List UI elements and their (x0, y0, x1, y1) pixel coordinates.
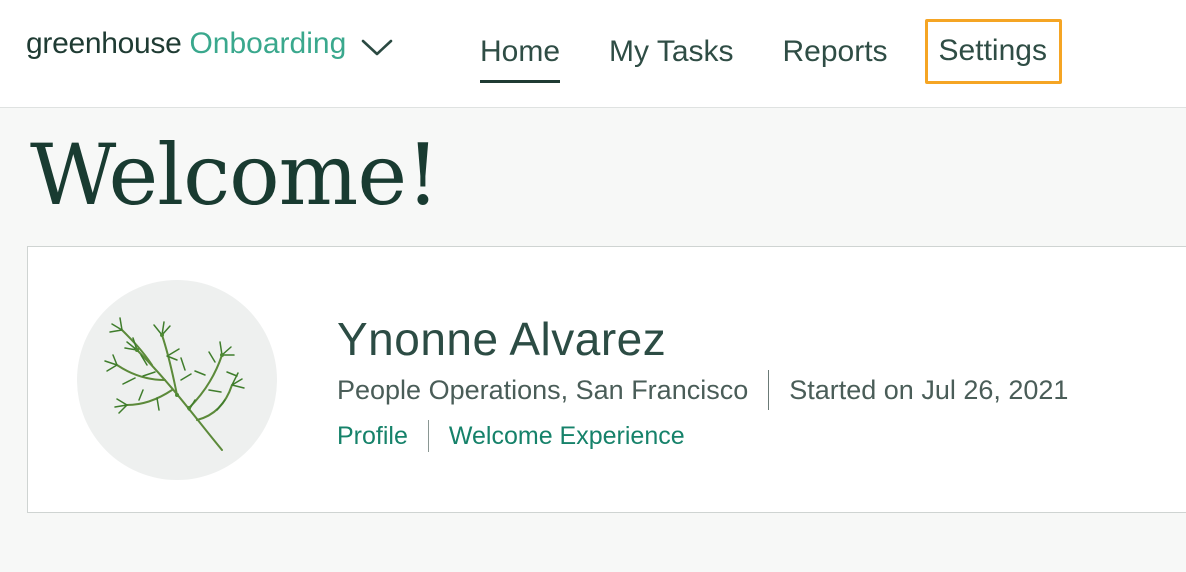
nav-home[interactable]: Home (480, 32, 561, 83)
page-title: Welcome! (30, 126, 440, 224)
brand-wordmark: greenhouse (26, 27, 182, 60)
product-switcher[interactable]: greenhouse Onboarding (26, 24, 394, 64)
avatar (77, 280, 277, 480)
profile-card: Ynonne Alvarez People Operations, San Fr… (27, 246, 1186, 513)
chevron-down-icon[interactable] (360, 36, 394, 58)
profile-links: Profile Welcome Experience (337, 420, 685, 452)
top-navigation-bar: greenhouse Onboarding Home My Tasks Repo… (0, 0, 1186, 108)
meta-divider (768, 370, 770, 410)
employee-name: Ynonne Alvarez (337, 313, 667, 365)
employee-meta: People Operations, San Francisco Started… (337, 370, 1068, 410)
main-nav: Home My Tasks Reports Settings (480, 0, 1062, 108)
brand-product-name: Onboarding (189, 27, 347, 60)
nav-settings[interactable]: Settings (924, 19, 1062, 84)
dill-herb-icon (104, 317, 245, 451)
links-divider (427, 420, 429, 452)
department-location: People Operations, San Francisco (337, 375, 749, 405)
profile-link[interactable]: Profile (337, 420, 408, 452)
nav-my-tasks[interactable]: My Tasks (609, 32, 733, 72)
nav-reports[interactable]: Reports (783, 32, 888, 72)
start-date: Started on Jul 26, 2021 (789, 375, 1069, 405)
welcome-experience-link[interactable]: Welcome Experience (449, 420, 685, 452)
